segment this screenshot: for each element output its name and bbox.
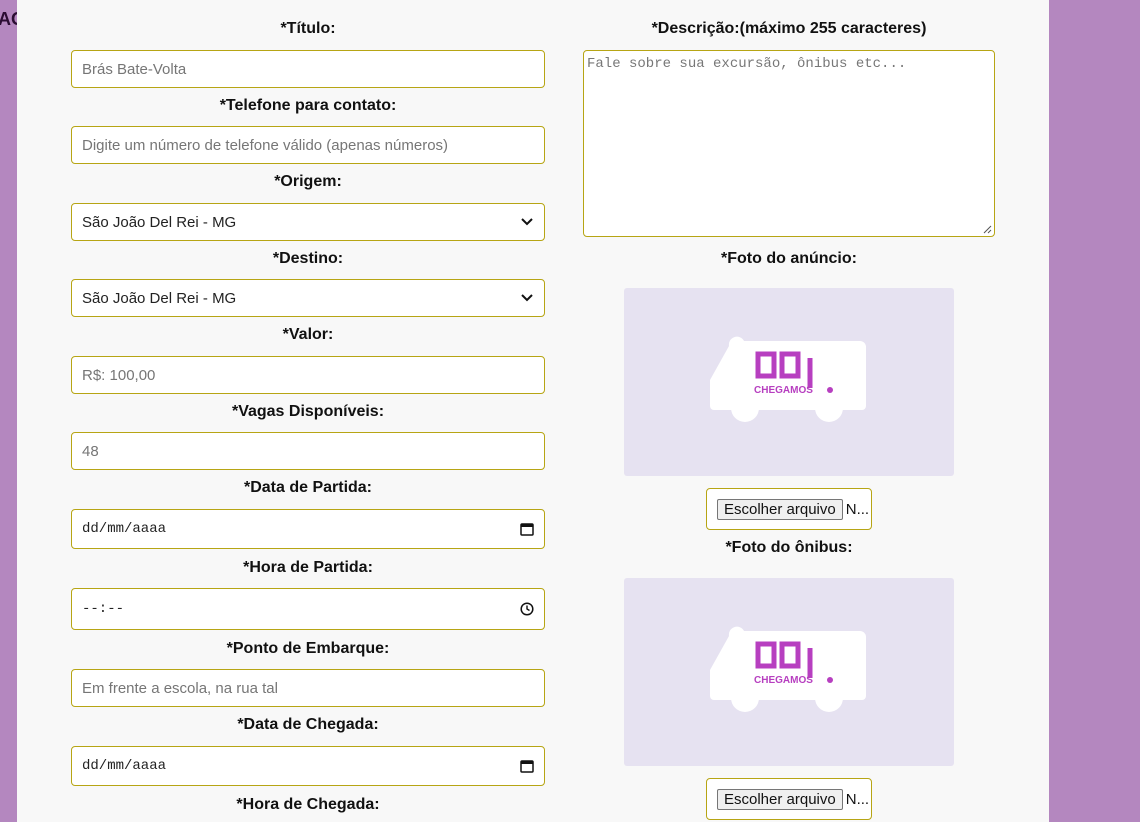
vagas-input[interactable]: 48 (71, 432, 545, 470)
data-chegada-label: *Data de Chegada: (237, 716, 379, 733)
descricao-textarea[interactable]: Fale sobre sua excursão, ônibus etc... (583, 50, 995, 237)
calendar-icon[interactable] (520, 759, 534, 773)
data-partida-label: *Data de Partida: (243, 479, 373, 496)
logo-text: CHEGAMOS (754, 675, 813, 686)
descricao-placeholder: Fale sobre sua excursão, ônibus etc... (587, 56, 907, 72)
clock-icon[interactable] (520, 602, 534, 616)
data-chegada-placeholder: dd/mm/aaaa (82, 758, 167, 774)
hora-chegada-label: *Hora de Chegada: (236, 796, 380, 813)
resize-handle-icon[interactable] (982, 224, 992, 234)
hora-partida-label: *Hora de Partida: (243, 559, 373, 576)
foto-anuncio-upload[interactable]: Escolher arquivo N... (706, 488, 872, 530)
vagas-placeholder: 48 (82, 442, 99, 460)
origem-select[interactable]: São João Del Rei - MG (71, 203, 545, 241)
data-partida-input[interactable]: dd/mm/aaaa (71, 509, 545, 549)
destino-label: *Destino: (272, 250, 344, 267)
foto-onibus-label: *Foto do ônibus: (725, 539, 853, 556)
titulo-placeholder: Brás Bate-Volta (82, 60, 187, 78)
vagas-label: *Vagas Disponíveis: (231, 403, 385, 420)
chevron-down-icon (520, 215, 534, 229)
embarque-placeholder: Em frente a escola, na rua tal (82, 679, 278, 697)
telefone-input[interactable]: Digite um número de telefone válido (ape… (71, 126, 545, 164)
embarque-input[interactable]: Em frente a escola, na rua tal (71, 669, 545, 707)
destino-select[interactable]: São João Del Rei - MG (71, 279, 545, 317)
foto-onibus-preview: CHEGAMOS (624, 578, 954, 766)
titulo-label: *Título: (280, 20, 336, 37)
foto-onibus-filename: N... (845, 790, 870, 808)
descricao-label: *Descrição:(máximo 255 caracteres) (651, 20, 927, 37)
telefone-placeholder: Digite um número de telefone válido (ape… (82, 136, 449, 154)
bus-logo-icon: CHEGAMOS (710, 336, 866, 422)
embarque-label: *Ponto de Embarque: (226, 640, 390, 657)
telefone-label: *Telefone para contato: (219, 97, 397, 114)
valor-input[interactable]: R$: 100,00 (71, 356, 545, 394)
foto-onibus-choose-button[interactable]: Escolher arquivo (717, 788, 843, 810)
hora-partida-input[interactable]: --:-- (71, 588, 545, 630)
destino-value: São João Del Rei - MG (82, 289, 237, 307)
form-panel: *Título: Brás Bate-Volta *Telefone para … (17, 0, 1049, 822)
foto-anuncio-choose-button[interactable]: Escolher arquivo (717, 498, 843, 520)
logo-text: CHEGAMOS (754, 385, 813, 396)
origem-value: São João Del Rei - MG (82, 213, 237, 231)
foto-anuncio-preview: CHEGAMOS (624, 288, 954, 476)
origem-label: *Origem: (274, 173, 342, 190)
valor-placeholder: R$: 100,00 (82, 366, 156, 384)
valor-label: *Valor: (282, 326, 334, 343)
bus-logo-icon: CHEGAMOS (710, 626, 866, 712)
foto-anuncio-label: *Foto do anúncio: (721, 250, 857, 267)
foto-onibus-upload[interactable]: Escolher arquivo N... (706, 778, 872, 820)
data-chegada-input[interactable]: dd/mm/aaaa (71, 746, 545, 786)
foto-anuncio-filename: N... (845, 500, 870, 518)
titulo-input[interactable]: Brás Bate-Volta (71, 50, 545, 88)
calendar-icon[interactable] (520, 522, 534, 536)
data-partida-placeholder: dd/mm/aaaa (82, 521, 167, 537)
hora-partida-placeholder: --:-- (82, 601, 125, 617)
chevron-down-icon (520, 291, 534, 305)
